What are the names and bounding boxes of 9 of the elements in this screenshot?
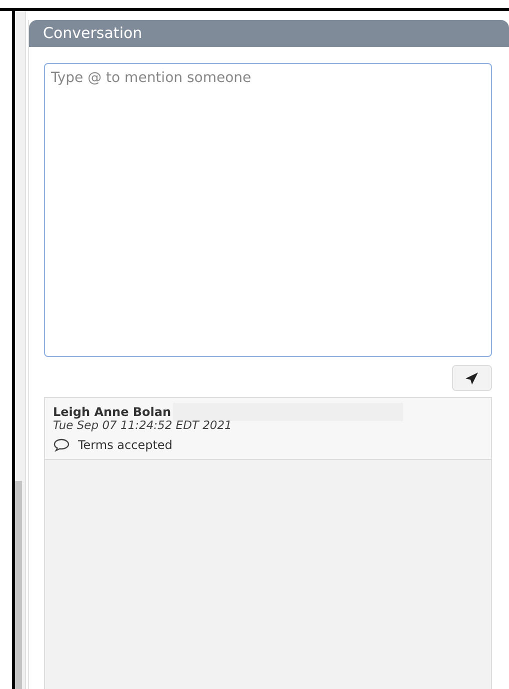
send-button[interactable] (452, 365, 492, 391)
scrollbar-thumb[interactable] (15, 481, 22, 689)
comment-input[interactable]: Type @ to mention someone (44, 63, 492, 357)
paper-plane-icon (465, 372, 479, 384)
comment-author: Leigh Anne Bolan (53, 405, 172, 419)
speech-bubble-icon (53, 438, 70, 452)
comment-text: Terms accepted (78, 438, 172, 452)
panel-title: Conversation (29, 20, 509, 47)
comment-timestamp: Tue Sep 07 11:24:52 EDT 2021 (53, 418, 233, 432)
